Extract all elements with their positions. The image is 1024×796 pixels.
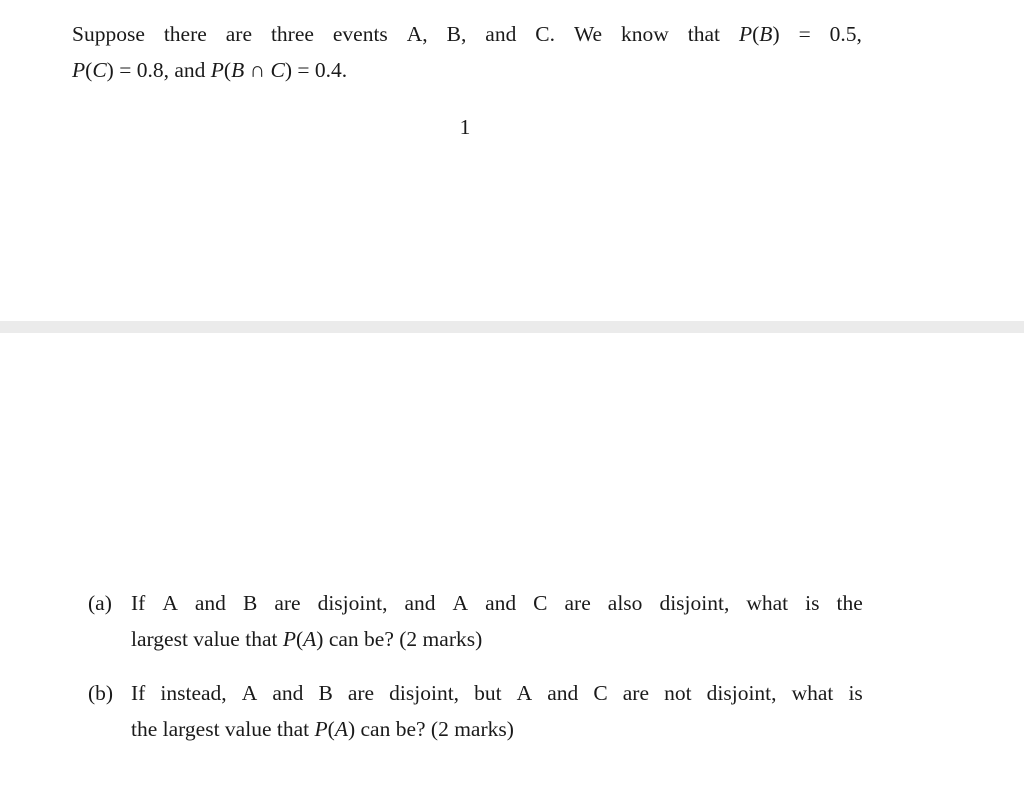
word: events	[332, 22, 388, 46]
word: and	[547, 681, 579, 705]
word: three	[270, 22, 314, 46]
question-b-text: If instead, Aand Bare disjoint, but Aand Care no…	[131, 675, 864, 747]
word: are	[225, 22, 252, 46]
word: is	[805, 591, 820, 615]
word: B	[242, 591, 258, 615]
problem-statement-line-2: P(C) = 0.8, and P(B ∩ C) = 0.4.	[72, 52, 864, 88]
question-a-text: If Aand Bare disjoint, and Aand Care also disjoi…	[131, 585, 864, 657]
word: C.	[535, 22, 556, 46]
word: B,	[446, 22, 467, 46]
word: what	[791, 681, 834, 705]
question-b-marks: (2 marks)	[430, 717, 514, 741]
document-page-2: (a) If Aand Bare disjoint, and Aand Care also di…	[0, 333, 1024, 796]
question-a-label: (a)	[88, 591, 112, 615]
word: are	[622, 681, 650, 705]
word: A	[241, 681, 258, 705]
word: 0.5,	[829, 22, 862, 46]
word: C	[533, 591, 548, 615]
word: there	[163, 22, 207, 46]
word: If	[131, 591, 146, 615]
word: A	[516, 681, 533, 705]
word: that	[687, 22, 721, 46]
question-a-line-1: If Aand Bare disjoint, and Aand Care also disjoi…	[131, 585, 863, 621]
question-b-line-1: If instead, Aand Bare disjoint, but Aand Care no…	[131, 675, 863, 711]
question-a-line-2: largest value that P(A) can be? (2 marks…	[131, 627, 483, 651]
word: and	[194, 591, 226, 615]
word: are	[564, 591, 591, 615]
page-number: 1	[459, 115, 471, 139]
word: and	[404, 591, 436, 615]
word: are	[274, 591, 301, 615]
question-b-line-2: the largest value that P(A) can be? (2 m…	[131, 717, 514, 741]
question-a: (a) If Aand Bare disjoint, and Aand Care also di…	[88, 585, 864, 657]
question-b-label: (b)	[88, 681, 114, 705]
word: and	[485, 22, 517, 46]
word: is	[848, 681, 863, 705]
word: Suppose	[72, 22, 145, 46]
word: A	[162, 591, 178, 615]
word: are	[347, 681, 375, 705]
p-c-value: 0.8	[136, 58, 164, 82]
problem-statement: Suppose there are three events A, B, and C. We kno…	[72, 16, 864, 88]
word: disjoint,	[659, 591, 730, 615]
word: P(B)	[738, 22, 780, 46]
word: and	[485, 591, 517, 615]
word: what	[746, 591, 789, 615]
word: If	[131, 681, 146, 705]
word: disjoint,	[706, 681, 777, 705]
word: also	[607, 591, 643, 615]
word: A	[452, 591, 469, 615]
word: We	[573, 22, 603, 46]
word: C	[593, 681, 608, 705]
word: disjoint,	[389, 681, 460, 705]
p-b-and-c-value: 0.4	[314, 58, 342, 82]
question-a-marks: (2 marks)	[399, 627, 483, 651]
word: not	[664, 681, 692, 705]
problem-statement-line-1: Suppose there are three events A, B, and C. We kno…	[72, 16, 862, 52]
word: know	[621, 22, 669, 46]
word: A,	[406, 22, 428, 46]
given-probabilities: P(C) = 0.8, and P(B ∩ C) = 0.4.	[72, 58, 348, 82]
document-page-1: Suppose there are three events A, B, and C. We kno…	[0, 0, 1024, 321]
word: instead,	[160, 681, 227, 705]
word: and	[272, 681, 304, 705]
word: but	[474, 681, 502, 705]
word: the	[836, 591, 863, 615]
page-break-separator	[0, 321, 1024, 333]
word: disjoint,	[317, 591, 388, 615]
question-b: (b) If instead, Aand Bare disjoint, but Aand Ca…	[88, 675, 864, 747]
word: B	[318, 681, 333, 705]
word: =	[798, 22, 811, 46]
